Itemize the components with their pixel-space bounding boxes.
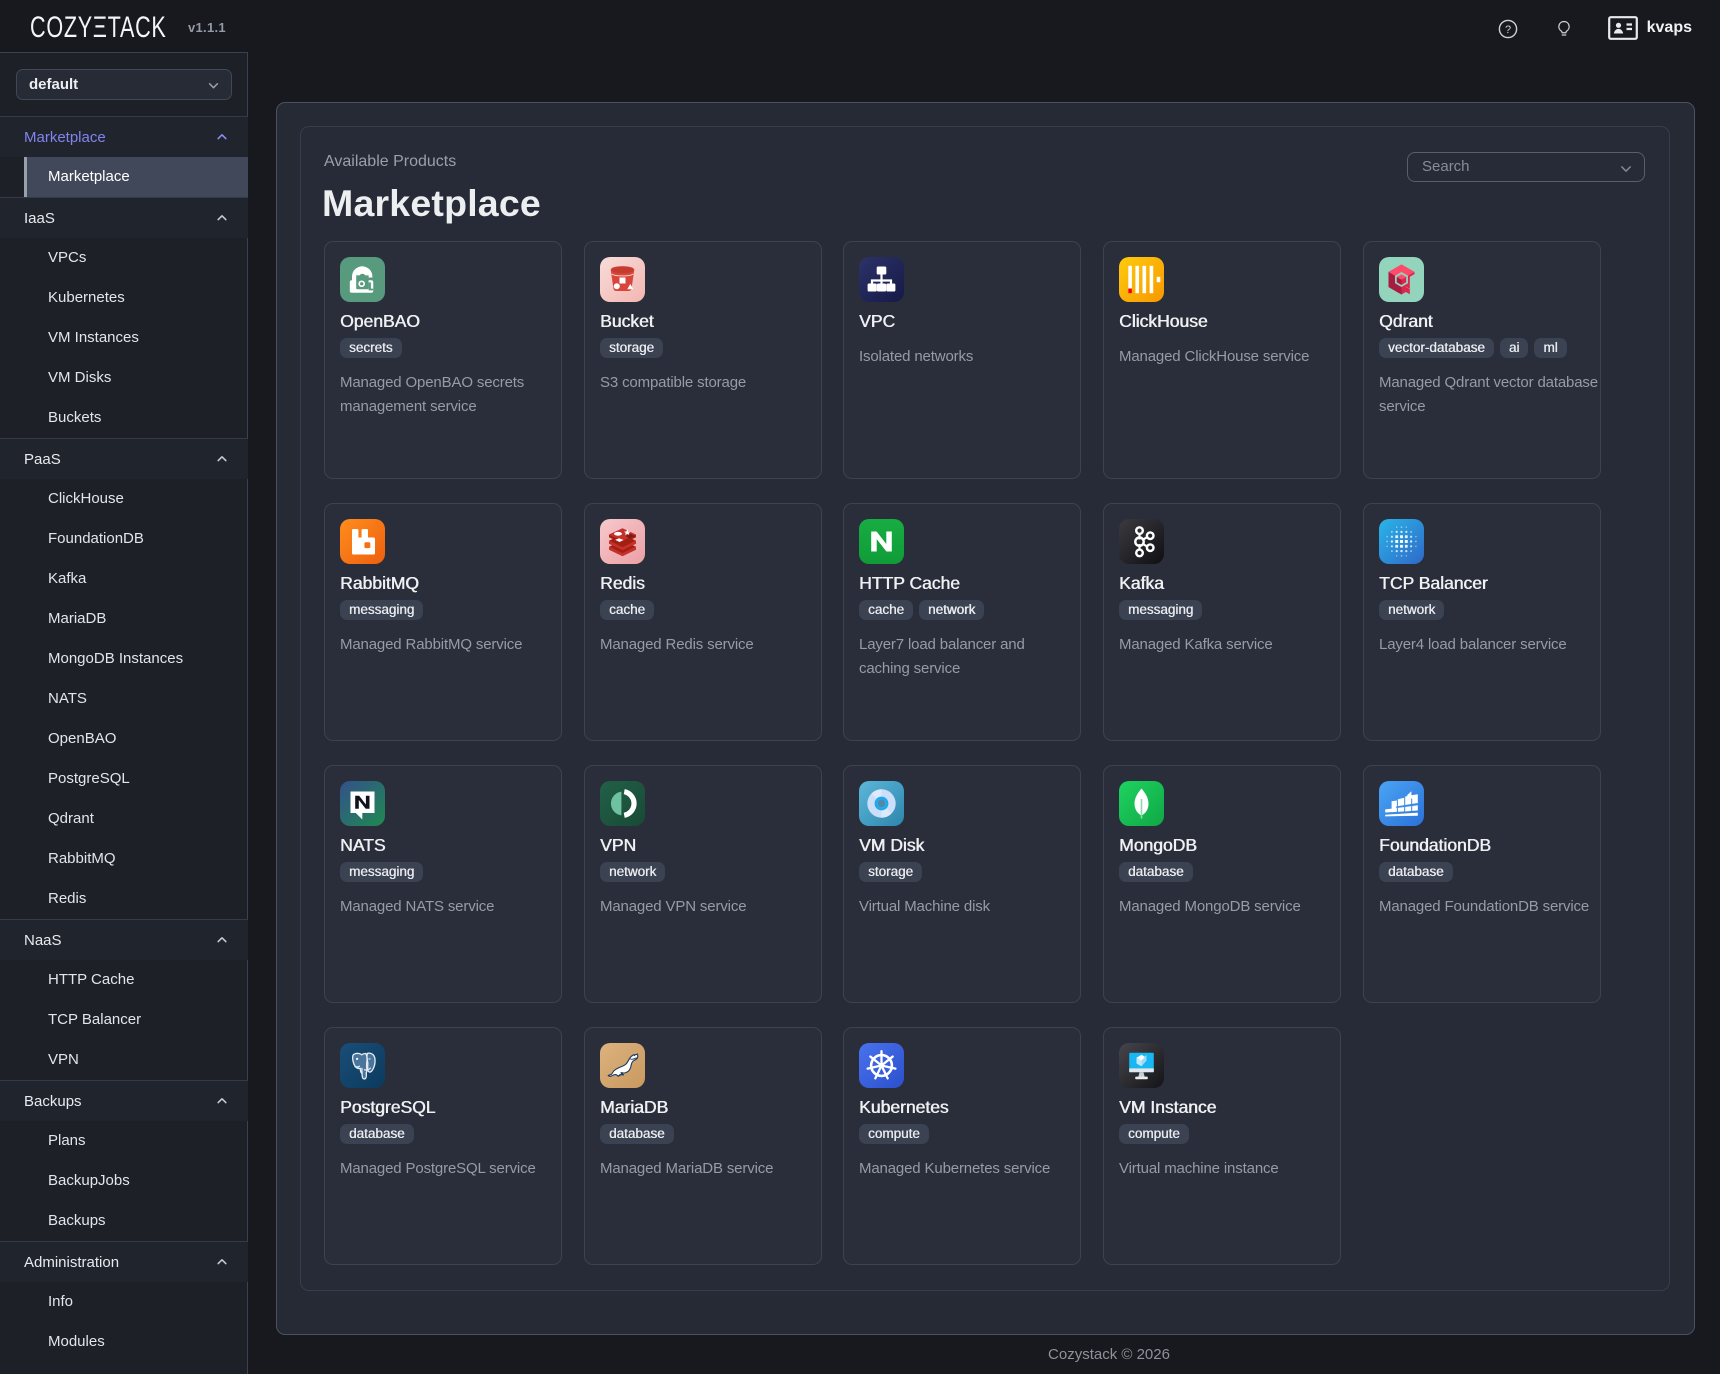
svg-text:?: ? [1505, 24, 1511, 36]
